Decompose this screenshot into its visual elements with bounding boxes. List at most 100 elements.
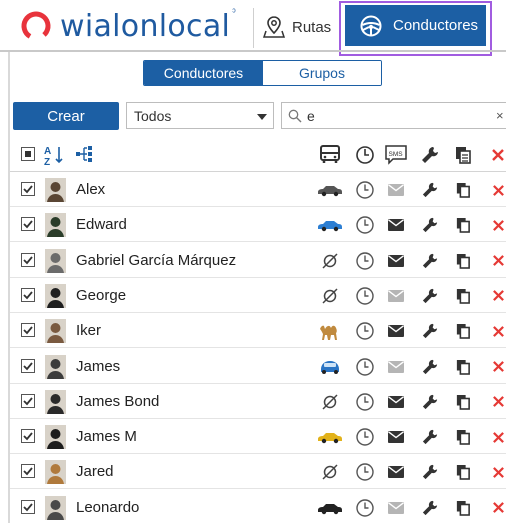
clock-icon[interactable] bbox=[353, 178, 377, 202]
unit-icon[interactable] bbox=[316, 496, 344, 520]
no-unit-icon[interactable] bbox=[316, 390, 344, 414]
unit-icon[interactable] bbox=[316, 319, 344, 343]
wrench-icon[interactable] bbox=[418, 496, 442, 520]
delete-icon[interactable] bbox=[486, 355, 506, 379]
vehicle-icon[interactable] bbox=[316, 143, 344, 167]
copy-icon[interactable] bbox=[451, 213, 475, 237]
delete-icon[interactable] bbox=[486, 178, 506, 202]
delete-icon[interactable] bbox=[486, 496, 506, 520]
driver-name: James bbox=[76, 357, 121, 375]
message-icon[interactable] bbox=[384, 319, 408, 343]
delete-icon[interactable] bbox=[486, 390, 506, 414]
row-checkbox[interactable] bbox=[21, 464, 35, 479]
message-icon[interactable] bbox=[384, 355, 408, 379]
table-row[interactable]: James M bbox=[10, 419, 506, 455]
wrench-icon[interactable] bbox=[418, 425, 442, 449]
table-row[interactable]: Jared bbox=[10, 454, 506, 490]
message-icon[interactable] bbox=[384, 284, 408, 308]
row-checkbox[interactable] bbox=[21, 429, 35, 444]
row-checkbox[interactable] bbox=[21, 393, 35, 408]
wrench-icon[interactable] bbox=[418, 355, 442, 379]
unit-icon[interactable] bbox=[316, 355, 344, 379]
table-row[interactable]: Iker bbox=[10, 313, 506, 349]
app-logo[interactable]: wialonlocal ᵓ bbox=[20, 6, 236, 46]
copy-icon[interactable] bbox=[451, 249, 475, 273]
tab-conductores[interactable]: Conductores bbox=[144, 61, 263, 85]
message-icon[interactable] bbox=[384, 213, 408, 237]
row-checkbox[interactable] bbox=[21, 499, 35, 514]
wrench-icon[interactable] bbox=[418, 284, 442, 308]
no-unit-icon[interactable] bbox=[316, 249, 344, 273]
wrench-icon[interactable] bbox=[418, 213, 442, 237]
message-icon[interactable] bbox=[384, 496, 408, 520]
tab-grupos[interactable]: Grupos bbox=[263, 61, 381, 85]
table-row[interactable]: Edward bbox=[10, 207, 506, 243]
wrench-icon[interactable] bbox=[418, 460, 442, 484]
row-checkbox[interactable] bbox=[21, 182, 35, 196]
wrench-icon[interactable] bbox=[418, 390, 442, 414]
wrench-icon[interactable] bbox=[418, 249, 442, 273]
clock-icon[interactable] bbox=[353, 213, 377, 237]
search-input[interactable]: e × bbox=[281, 102, 506, 129]
clear-search-icon[interactable]: × bbox=[496, 108, 504, 123]
row-checkbox[interactable] bbox=[21, 287, 35, 302]
row-checkbox[interactable] bbox=[21, 252, 35, 267]
row-checkbox[interactable] bbox=[21, 358, 35, 373]
wrench-icon[interactable] bbox=[418, 319, 442, 343]
nav-tab-conductores[interactable]: Conductores bbox=[345, 5, 486, 46]
wrench-icon[interactable] bbox=[418, 143, 442, 167]
table-row[interactable]: George bbox=[10, 278, 506, 313]
clock-icon[interactable] bbox=[353, 496, 377, 520]
filter-select[interactable]: Todos bbox=[126, 102, 274, 129]
copy-icon[interactable] bbox=[451, 460, 475, 484]
unit-icon[interactable] bbox=[316, 178, 344, 202]
clock-icon[interactable] bbox=[353, 249, 377, 273]
table-row[interactable]: Leonardo bbox=[10, 490, 506, 523]
delete-icon[interactable] bbox=[486, 213, 506, 237]
clock-icon[interactable] bbox=[353, 143, 377, 167]
copy-icon[interactable] bbox=[451, 496, 475, 520]
create-button[interactable]: Crear bbox=[13, 102, 119, 130]
table-row[interactable]: James Bond bbox=[10, 384, 506, 419]
copy-icon[interactable] bbox=[451, 319, 475, 343]
select-all-checkbox[interactable] bbox=[21, 147, 35, 161]
clock-icon[interactable] bbox=[353, 460, 377, 484]
sort-az-icon[interactable]: A Z bbox=[44, 144, 66, 166]
clock-icon[interactable] bbox=[353, 355, 377, 379]
copy-icon[interactable] bbox=[451, 425, 475, 449]
unit-icon[interactable] bbox=[316, 425, 344, 449]
table-row[interactable]: Gabriel García Márquez bbox=[10, 243, 506, 278]
no-unit-icon[interactable] bbox=[316, 284, 344, 308]
message-icon[interactable] bbox=[384, 249, 408, 273]
copy-icon[interactable] bbox=[451, 355, 475, 379]
table-row[interactable]: Alex bbox=[10, 172, 506, 207]
row-checkbox[interactable] bbox=[21, 217, 35, 232]
group-tree-icon[interactable] bbox=[76, 146, 96, 162]
no-unit-icon[interactable] bbox=[316, 460, 344, 484]
delete-icon[interactable] bbox=[486, 249, 506, 273]
clock-icon[interactable] bbox=[353, 425, 377, 449]
message-icon[interactable] bbox=[384, 460, 408, 484]
delete-icon[interactable] bbox=[486, 143, 506, 167]
wrench-icon[interactable] bbox=[418, 178, 442, 202]
table-row[interactable]: James bbox=[10, 349, 506, 384]
clock-icon[interactable] bbox=[353, 284, 377, 308]
row-checkbox[interactable] bbox=[21, 323, 35, 338]
clock-icon[interactable] bbox=[353, 390, 377, 414]
message-icon[interactable] bbox=[384, 390, 408, 414]
message-icon[interactable] bbox=[384, 425, 408, 449]
copy-icon[interactable] bbox=[451, 178, 475, 202]
nav-tab-rutas[interactable]: Rutas bbox=[262, 6, 331, 48]
copy-icon[interactable] bbox=[451, 143, 475, 167]
copy-icon[interactable] bbox=[451, 284, 475, 308]
avatar bbox=[45, 460, 66, 485]
delete-icon[interactable] bbox=[486, 460, 506, 484]
message-icon[interactable] bbox=[384, 178, 408, 202]
delete-icon[interactable] bbox=[486, 319, 506, 343]
sms-icon[interactable]: SMS bbox=[384, 143, 408, 167]
delete-icon[interactable] bbox=[486, 425, 506, 449]
copy-icon[interactable] bbox=[451, 390, 475, 414]
unit-icon[interactable] bbox=[316, 213, 344, 237]
delete-icon[interactable] bbox=[486, 284, 506, 308]
clock-icon[interactable] bbox=[353, 319, 377, 343]
